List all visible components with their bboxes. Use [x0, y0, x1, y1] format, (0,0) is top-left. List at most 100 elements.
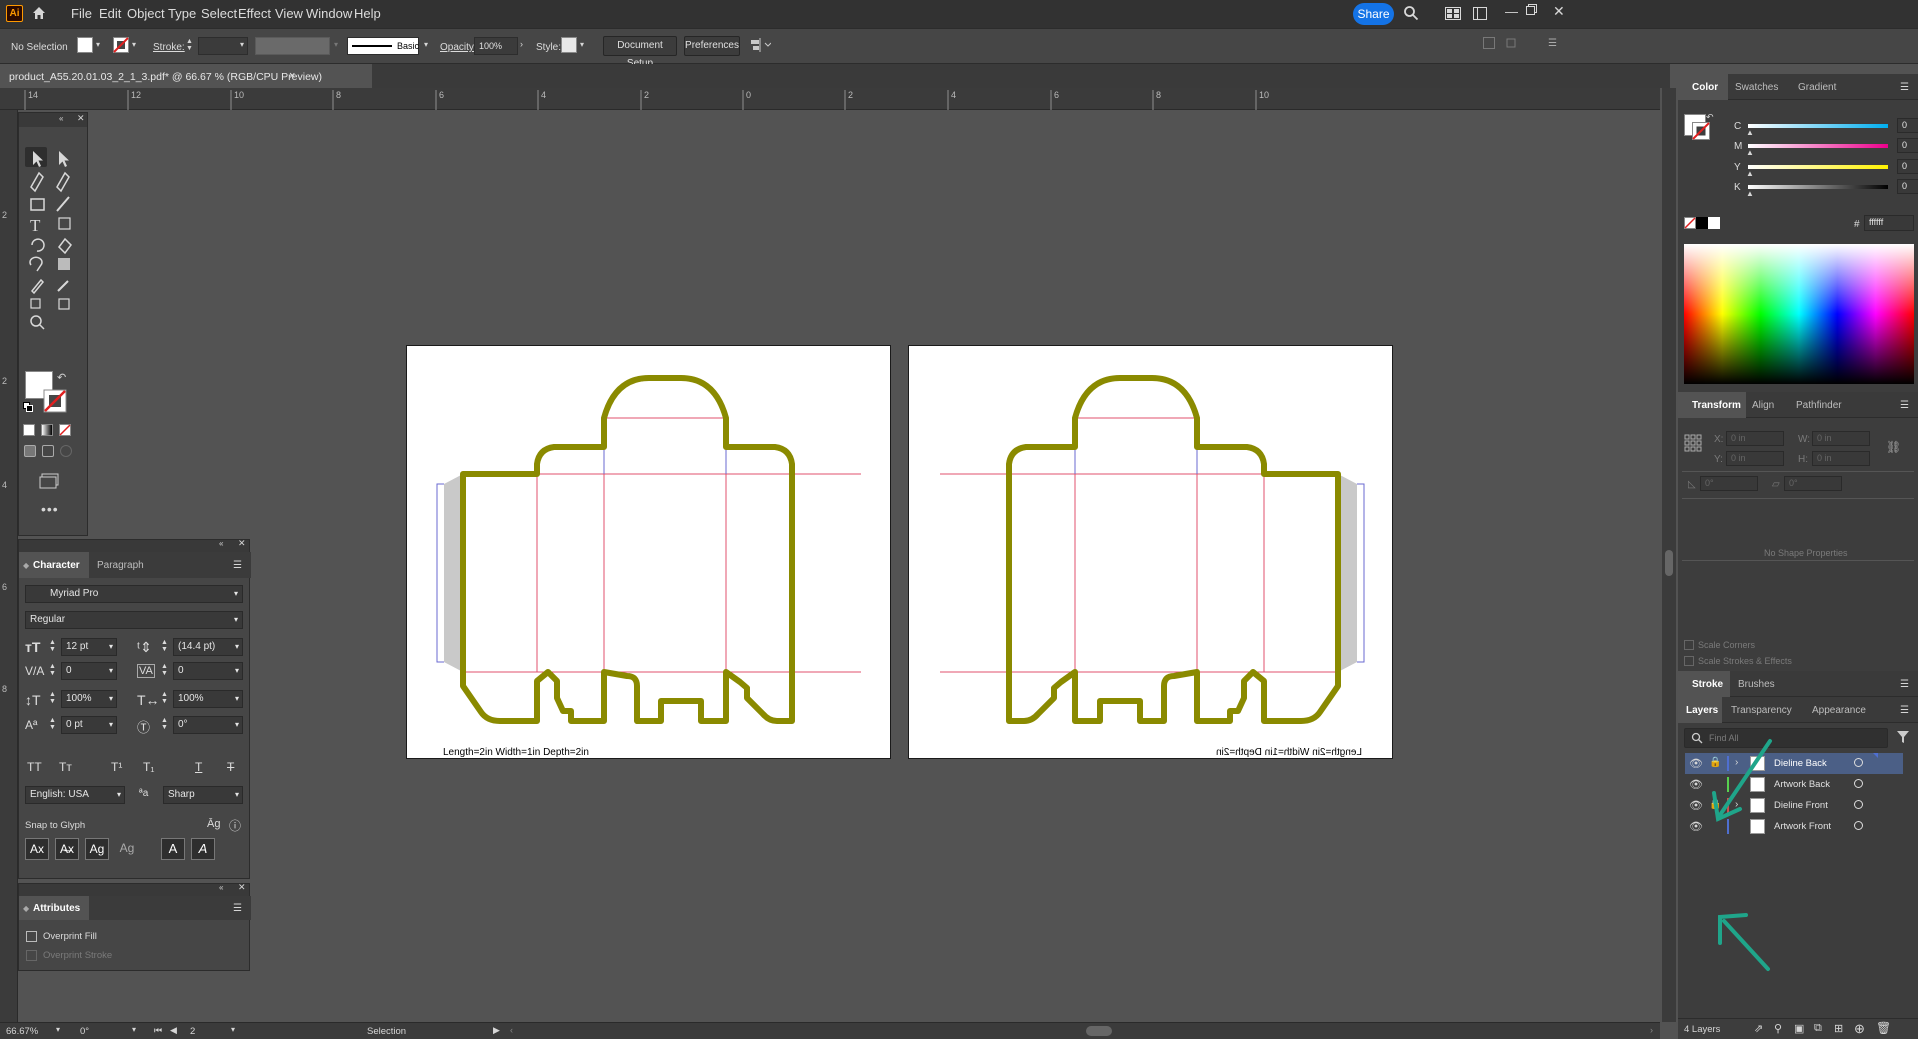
rotation-stepper[interactable]: ▲ ▼ — [161, 717, 168, 731]
chevron-down-icon[interactable]: ▾ — [132, 40, 136, 49]
blend-tool[interactable] — [51, 283, 73, 303]
superscript-button[interactable]: T¹ — [111, 760, 122, 774]
shear-input[interactable]: 0° — [1784, 476, 1842, 491]
underline-button[interactable]: T — [195, 760, 202, 774]
snap-angular-button[interactable]: A — [161, 838, 185, 860]
cyan-input[interactable]: 0 — [1897, 118, 1918, 133]
zoom-level[interactable]: 66.67% — [6, 1026, 38, 1037]
previous-artboard-icon[interactable]: ◀ — [170, 1025, 177, 1036]
minimize-icon[interactable]: — — [1505, 4, 1518, 19]
panel-menu-icon[interactable]: ☰ — [1900, 82, 1909, 93]
clipping-mask-icon[interactable]: ▣ — [1794, 1022, 1804, 1035]
tab-pathfinder[interactable]: Pathfinder — [1796, 392, 1842, 418]
white-swatch[interactable] — [1708, 217, 1720, 229]
new-sublayer-icon[interactable]: ⧉ — [1814, 1022, 1822, 1035]
crop-tool[interactable] — [51, 303, 73, 323]
info-icon[interactable]: ⓘ — [229, 817, 241, 834]
target-circle-icon[interactable] — [1854, 821, 1863, 830]
search-icon[interactable] — [1403, 5, 1419, 21]
baseline-stepper[interactable]: ▲ ▼ — [49, 717, 56, 731]
menu-type[interactable]: Type — [168, 6, 196, 21]
shape-builder-tool[interactable] — [25, 303, 47, 323]
chevron-down-icon[interactable]: ▾ — [580, 40, 584, 49]
document-setup-button[interactable]: Document Setup — [603, 36, 677, 69]
vertical-scale-stepper[interactable]: ▲ ▼ — [49, 691, 56, 705]
stroke-color-box[interactable] — [43, 389, 67, 413]
black-slider-thumb[interactable]: ▲ — [1746, 189, 1754, 198]
tab-attributes[interactable]: Attributes — [19, 896, 89, 920]
artboard-tool[interactable] — [51, 217, 73, 237]
tab-gradient[interactable]: Gradient — [1798, 74, 1836, 100]
rotate-input[interactable]: 0° — [1700, 476, 1758, 491]
rotate-tool[interactable] — [25, 239, 47, 259]
chevron-down-icon[interactable]: ▾ — [334, 40, 338, 49]
vertical-scrollbar[interactable] — [1662, 88, 1676, 1022]
tab-transparency[interactable]: Transparency — [1731, 697, 1792, 723]
arrange-documents-icon[interactable] — [1445, 7, 1461, 20]
brush-definition[interactable]: Basic — [347, 37, 419, 55]
horizontal-scrollbar-thumb[interactable] — [1086, 1026, 1112, 1036]
arrange-icon[interactable] — [1483, 37, 1495, 49]
x-input[interactable]: 0 in — [1726, 431, 1784, 446]
tab-align[interactable]: Align — [1752, 392, 1774, 418]
character-rotation-input[interactable]: 0° ▾ — [173, 716, 243, 734]
w-input[interactable]: 0 in — [1812, 431, 1870, 446]
snap-glyph-bounds-button[interactable]: Ag — [85, 838, 109, 860]
filter-icon[interactable] — [1896, 730, 1910, 744]
share-button[interactable]: Share — [1353, 3, 1394, 25]
panel-menu-icon[interactable]: ☰ — [1548, 38, 1557, 49]
chevron-down-icon[interactable]: ▾ — [424, 40, 428, 49]
panel-menu-icon[interactable]: ☰ — [1900, 679, 1909, 690]
scrollbar-thumb[interactable] — [1665, 550, 1673, 576]
cyan-slider[interactable] — [1748, 124, 1888, 128]
artboard-front[interactable]: Length=2in Width=1in Depth=2in — [406, 345, 891, 759]
screen-mode-icon[interactable] — [39, 473, 59, 489]
panel-menu-icon[interactable]: ☰ — [233, 903, 242, 914]
align-options-icon[interactable] — [749, 37, 771, 53]
h-input[interactable]: 0 in — [1812, 451, 1870, 466]
stroke-stepper[interactable]: ▲ ▼ — [186, 38, 193, 52]
more-tools-icon[interactable]: ••• — [41, 501, 59, 517]
font-size-input[interactable]: 12 pt ▾ — [61, 638, 117, 656]
layer-name[interactable]: Dieline Front — [1774, 800, 1828, 811]
chevron-down-icon[interactable]: ▾ — [96, 40, 100, 49]
type-tool[interactable] — [25, 217, 47, 237]
black-input[interactable]: 0 — [1897, 179, 1918, 194]
transform-icon[interactable] — [1505, 37, 1517, 49]
tab-layers[interactable]: Layers — [1678, 697, 1722, 723]
small-caps-button[interactable]: Tт — [59, 760, 72, 774]
layer-name[interactable]: Artwork Front — [1774, 821, 1831, 832]
tab-character[interactable]: Character — [19, 552, 89, 578]
layer-name[interactable]: Dieline Back — [1774, 758, 1827, 769]
yellow-slider-thumb[interactable]: ▲ — [1746, 169, 1754, 178]
graphic-style-swatch[interactable] — [561, 37, 577, 53]
horizontal-scale-input[interactable]: 100% ▾ — [173, 690, 243, 708]
scroll-right-icon[interactable]: › — [1650, 1025, 1653, 1035]
tab-color[interactable]: Color — [1678, 74, 1728, 100]
font-size-stepper[interactable]: ▲ ▼ — [49, 639, 56, 653]
panel-menu-icon[interactable]: ☰ — [1900, 705, 1909, 716]
pen-tool[interactable] — [25, 169, 47, 189]
glyph-options-icon[interactable]: Āg — [207, 818, 220, 830]
y-input[interactable]: 0 in — [1726, 451, 1784, 466]
horizontal-scale-stepper[interactable]: ▲ ▼ — [161, 691, 168, 705]
black-slider[interactable] — [1748, 185, 1888, 189]
leading-input[interactable]: (14.4 pt) ▾ — [173, 638, 243, 656]
chevron-down-icon[interactable]: ▾ — [56, 1025, 60, 1034]
menu-window[interactable]: Window — [306, 6, 352, 21]
swap-fill-stroke-icon[interactable]: ↶ — [1706, 112, 1714, 123]
artboard-number[interactable]: 2 — [190, 1026, 195, 1037]
menu-effect[interactable]: Effect — [238, 6, 271, 21]
tracking-input[interactable]: 0 ▾ — [173, 662, 243, 680]
tab-transform[interactable]: Transform — [1678, 392, 1746, 418]
swap-fill-stroke-icon[interactable]: ↶ — [57, 371, 66, 384]
artboard-back[interactable]: Length=2in Width=1in Depth=2in — [908, 345, 1393, 759]
curvature-tool[interactable] — [51, 169, 73, 189]
eyedropper-tool[interactable] — [25, 283, 47, 303]
menu-edit[interactable]: Edit — [99, 6, 121, 21]
baseline-shift-input[interactable]: 0 pt ▾ — [61, 716, 117, 734]
target-circle-icon[interactable] — [1854, 800, 1863, 809]
snap-anchor-button[interactable]: A — [191, 838, 215, 860]
zoom-tool[interactable] — [25, 323, 47, 343]
subscript-button[interactable]: T₁ — [143, 760, 154, 774]
